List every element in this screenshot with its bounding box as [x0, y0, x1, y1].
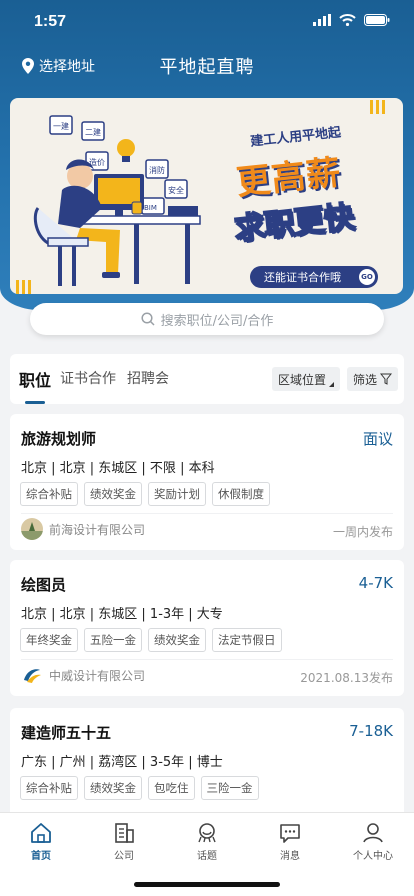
job-meta: 北京 | 北京 | 东城区 | 1-3年 | 大专	[21, 607, 223, 622]
job-card[interactable]: 旅游规划师 面议 北京 | 北京 | 东城区 | 不限 | 本科 综合补贴 绩效…	[10, 414, 404, 550]
tabbar-label: 首页	[31, 851, 51, 862]
filter-label: 筛选	[353, 372, 378, 387]
tabbar-label: 个人中心	[353, 851, 393, 862]
search-input[interactable]: 搜索职位/公司/合作	[30, 303, 384, 335]
job-meta: 广东 | 广州 | 荔湾区 | 3-5年 | 博士	[21, 755, 223, 770]
job-tags: 综合补贴 绩效奖金 奖励计划 休假制度	[20, 482, 270, 506]
board-label: 一建	[53, 121, 69, 131]
job-tag: 绩效奖金	[148, 628, 206, 652]
wifi-icon	[339, 14, 356, 26]
promo-banner[interactable]: 一建 二建 造价 消防 安全 BIM 建工人用平地起 更高薪 求职更快 还能证书…	[10, 98, 403, 294]
job-salary: 面议	[362, 430, 393, 448]
tabbar-item-topic[interactable]: 话题	[166, 821, 248, 862]
board-label: BIM	[144, 204, 157, 212]
job-tag: 三险一金	[200, 776, 259, 800]
job-tag: 年终奖金	[20, 628, 78, 652]
topic-icon	[198, 823, 216, 843]
tab-job-fair[interactable]: 招聘会	[127, 368, 169, 388]
job-title: 建造师五十五	[21, 724, 112, 742]
region-filter-label: 区域位置	[278, 372, 327, 387]
job-tag: 综合补贴	[20, 482, 78, 506]
active-tab-indicator	[25, 401, 45, 404]
job-tags: 年终奖金 五险一金 绩效奖金 法定节假日	[20, 628, 282, 652]
tabbar-item-profile[interactable]: 个人中心	[332, 821, 414, 862]
tabbar-label: 公司	[114, 851, 134, 862]
home-indicator	[134, 882, 280, 887]
job-card[interactable]: 建造师五十五 7-18K 广东 | 广州 | 荔湾区 | 3-5年 | 博士 综…	[10, 708, 404, 812]
job-salary: 4-7K	[358, 574, 393, 592]
status-bar: 1:57	[0, 0, 414, 46]
search-icon	[141, 312, 155, 326]
job-tags: 综合补贴 绩效奖金 包吃住 三险一金	[20, 776, 259, 800]
job-tag: 绩效奖金	[84, 482, 142, 506]
job-meta: 北京 | 北京 | 东城区 | 不限 | 本科	[21, 461, 215, 476]
company-name: 中威设计有限公司	[49, 668, 146, 683]
home-icon	[31, 823, 51, 843]
company-logo	[21, 664, 43, 686]
worker-illustration: 一建 二建 造价 消防 安全 BIM	[33, 115, 201, 286]
tab-jobs[interactable]: 职位	[19, 367, 51, 391]
job-card[interactable]: 绘图员 4-7K 北京 | 北京 | 东城区 | 1-3年 | 大专 年终奖金 …	[10, 560, 404, 696]
company-name: 前海设计有限公司	[49, 522, 146, 537]
banner-cta[interactable]: 还能证书合作哦 GO	[250, 266, 378, 288]
status-time: 1:57	[34, 13, 67, 30]
job-title: 绘图员	[21, 576, 67, 594]
divider	[21, 659, 393, 660]
app-header: 选择地址 平地起直聘	[0, 50, 414, 84]
filter-button[interactable]: 筛选	[347, 367, 399, 391]
category-tabs: 职位 证书合作 招聘会 区域位置 筛选	[10, 354, 404, 404]
divider	[21, 513, 393, 514]
post-time: 2021.08.13发布	[300, 671, 393, 685]
company-info[interactable]: 前海设计有限公司	[21, 518, 145, 540]
signal-icon	[313, 14, 331, 26]
company-avatar	[21, 518, 43, 540]
job-title: 旅游规划师	[21, 430, 97, 448]
building-icon	[115, 823, 134, 843]
go-badge: GO	[359, 269, 375, 285]
tabbar-item-messages[interactable]: 消息	[249, 821, 331, 862]
search-placeholder: 搜索职位/公司/合作	[160, 313, 274, 329]
message-icon	[280, 824, 300, 843]
job-tag: 五险一金	[84, 628, 142, 652]
job-tag: 综合补贴	[20, 776, 78, 800]
tabbar-item-home[interactable]: 首页	[0, 821, 82, 862]
tab-certificate-cooperation[interactable]: 证书合作	[60, 368, 116, 388]
company-info[interactable]: 中威设计有限公司	[21, 664, 145, 686]
battery-icon	[364, 14, 390, 26]
funnel-icon	[380, 373, 393, 385]
app-title: 平地起直聘	[159, 57, 255, 78]
board-label: 安全	[168, 185, 184, 195]
job-tag: 奖励计划	[148, 482, 206, 506]
board-label: 二建	[85, 127, 101, 137]
profile-icon	[363, 823, 383, 843]
tabbar-label: 话题	[197, 851, 217, 862]
corner-triangle-icon	[329, 382, 335, 387]
post-time: 一周内发布	[332, 525, 393, 539]
board-label: 消防	[149, 165, 165, 175]
job-salary: 7-18K	[349, 722, 393, 740]
job-tag: 绩效奖金	[84, 776, 142, 800]
banner-cta-label: 还能证书合作哦	[264, 271, 341, 284]
status-icons	[313, 14, 390, 26]
region-filter-button[interactable]: 区域位置	[272, 367, 341, 391]
job-tag: 休假制度	[212, 482, 270, 506]
tabbar-label: 消息	[280, 851, 300, 862]
tabbar-item-company[interactable]: 公司	[83, 821, 165, 862]
banner-stripes-decoration	[370, 100, 385, 114]
job-tag: 包吃住	[148, 776, 195, 800]
job-tag: 法定节假日	[212, 628, 282, 652]
